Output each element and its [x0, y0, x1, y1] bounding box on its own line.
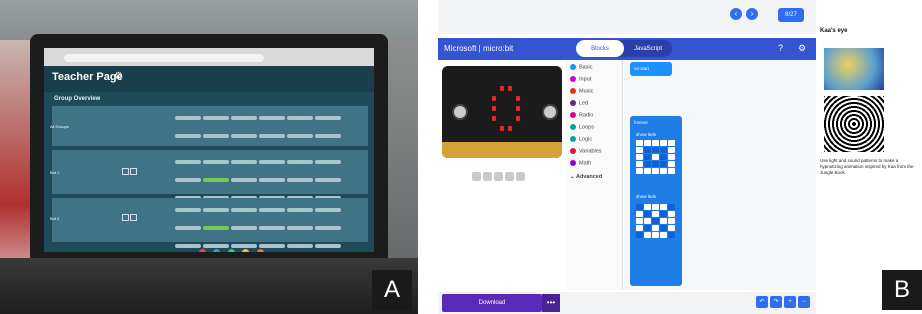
more-button[interactable]: •••: [542, 294, 560, 312]
browser-toolbar: [44, 48, 374, 66]
toolbox-item[interactable]: Led: [570, 100, 588, 106]
led: [516, 106, 520, 111]
toolbox-item[interactable]: Loops: [570, 124, 594, 130]
toolbox-item[interactable]: Variables: [570, 148, 602, 154]
tab-javascript[interactable]: JavaScript: [624, 40, 672, 57]
checkbox[interactable]: [122, 168, 129, 175]
led: [500, 86, 504, 91]
led: [508, 86, 512, 91]
led: [500, 126, 504, 131]
restart-icon[interactable]: [483, 172, 492, 181]
toolbox-item-advanced[interactable]: ⌄ Advanced: [570, 174, 602, 180]
forward-icon[interactable]: ›: [746, 8, 758, 20]
tutorial-title: Kaa's eye: [820, 28, 848, 34]
toolbox-item[interactable]: Logic: [570, 136, 592, 142]
tutorial-description: Use light and sound patterns to make a h…: [820, 158, 914, 175]
app-icon[interactable]: [227, 249, 235, 252]
zoom-in-icon[interactable]: +: [784, 296, 796, 308]
led: [492, 116, 496, 121]
stop-icon[interactable]: [472, 172, 481, 181]
kaa-illustration: [824, 48, 884, 90]
undo-icon[interactable]: ↶: [756, 296, 768, 308]
led: [516, 96, 520, 101]
taskbar-dock: [199, 243, 289, 252]
gear-icon[interactable]: ⚙: [798, 43, 806, 54]
help-icon[interactable]: ?: [778, 43, 783, 53]
mute-icon[interactable]: [505, 172, 514, 181]
hypnotic-spiral-illustration: [824, 96, 884, 152]
tutorial-topbar: ‹ › 8/27: [438, 0, 816, 34]
brand-logo: Microsoft | micro:bit: [444, 44, 514, 53]
tab-blocks[interactable]: Blocks: [576, 40, 624, 57]
group-label: Bot 1: [50, 170, 60, 175]
chrome-icon[interactable]: [199, 249, 206, 252]
group-label: Bot 2: [50, 216, 60, 221]
laptop-keyboard: [0, 258, 418, 314]
show-leds-label: show leds: [636, 194, 657, 199]
step-counter: 8/27: [778, 8, 804, 22]
gear-icon[interactable]: ⚙: [114, 71, 123, 82]
section-title: Group Overview: [54, 96, 101, 102]
toolbox-item[interactable]: Input: [570, 76, 591, 82]
panel-b-makecode: ‹ › 8/27 Microsoft | micro:bit Blocks Ja…: [438, 0, 922, 314]
panel-a-photo: Teacher Page ⚙ Group Overview All Groups…: [0, 0, 418, 314]
checkbox[interactable]: [130, 214, 137, 221]
slowmo-icon[interactable]: [494, 172, 503, 181]
led: [508, 126, 512, 131]
microbit-pins: [442, 142, 562, 158]
redo-icon[interactable]: ↷: [770, 296, 782, 308]
button-b[interactable]: [542, 104, 558, 120]
zoom-out-icon[interactable]: −: [798, 296, 810, 308]
page-title: Teacher Page: [52, 71, 123, 83]
back-icon[interactable]: ‹: [730, 8, 742, 20]
checkbox[interactable]: [130, 168, 137, 175]
address-bar[interactable]: [64, 54, 264, 62]
app-icon[interactable]: [256, 249, 264, 252]
toolbox-item[interactable]: Radio: [570, 112, 593, 118]
led: [492, 96, 496, 101]
led: [492, 106, 496, 111]
laptop-screen: Teacher Page ⚙ Group Overview All Groups…: [44, 48, 374, 252]
on-start-label: on start: [634, 66, 650, 71]
close-icon[interactable]: [516, 172, 525, 181]
panel-label-b: B: [882, 270, 922, 310]
show-leds-label: show leds: [636, 132, 657, 137]
forever-label: forever: [634, 120, 649, 125]
led-grid-editor[interactable]: [636, 204, 675, 238]
checkbox[interactable]: [122, 214, 129, 221]
toolbox-item[interactable]: Music: [570, 88, 593, 94]
group-label: All Groups: [50, 124, 69, 129]
toolbox-item[interactable]: Math: [570, 160, 591, 166]
led-grid-editor[interactable]: [636, 140, 675, 174]
simulator-toolbar: [472, 168, 532, 181]
app-icon[interactable]: [242, 249, 250, 252]
button-a[interactable]: [452, 104, 468, 120]
panel-label-a: A: [372, 270, 412, 310]
toolbox-item[interactable]: Basic: [570, 64, 592, 70]
led: [516, 116, 520, 121]
app-icon[interactable]: [213, 249, 221, 252]
download-button[interactable]: Download: [442, 294, 542, 312]
